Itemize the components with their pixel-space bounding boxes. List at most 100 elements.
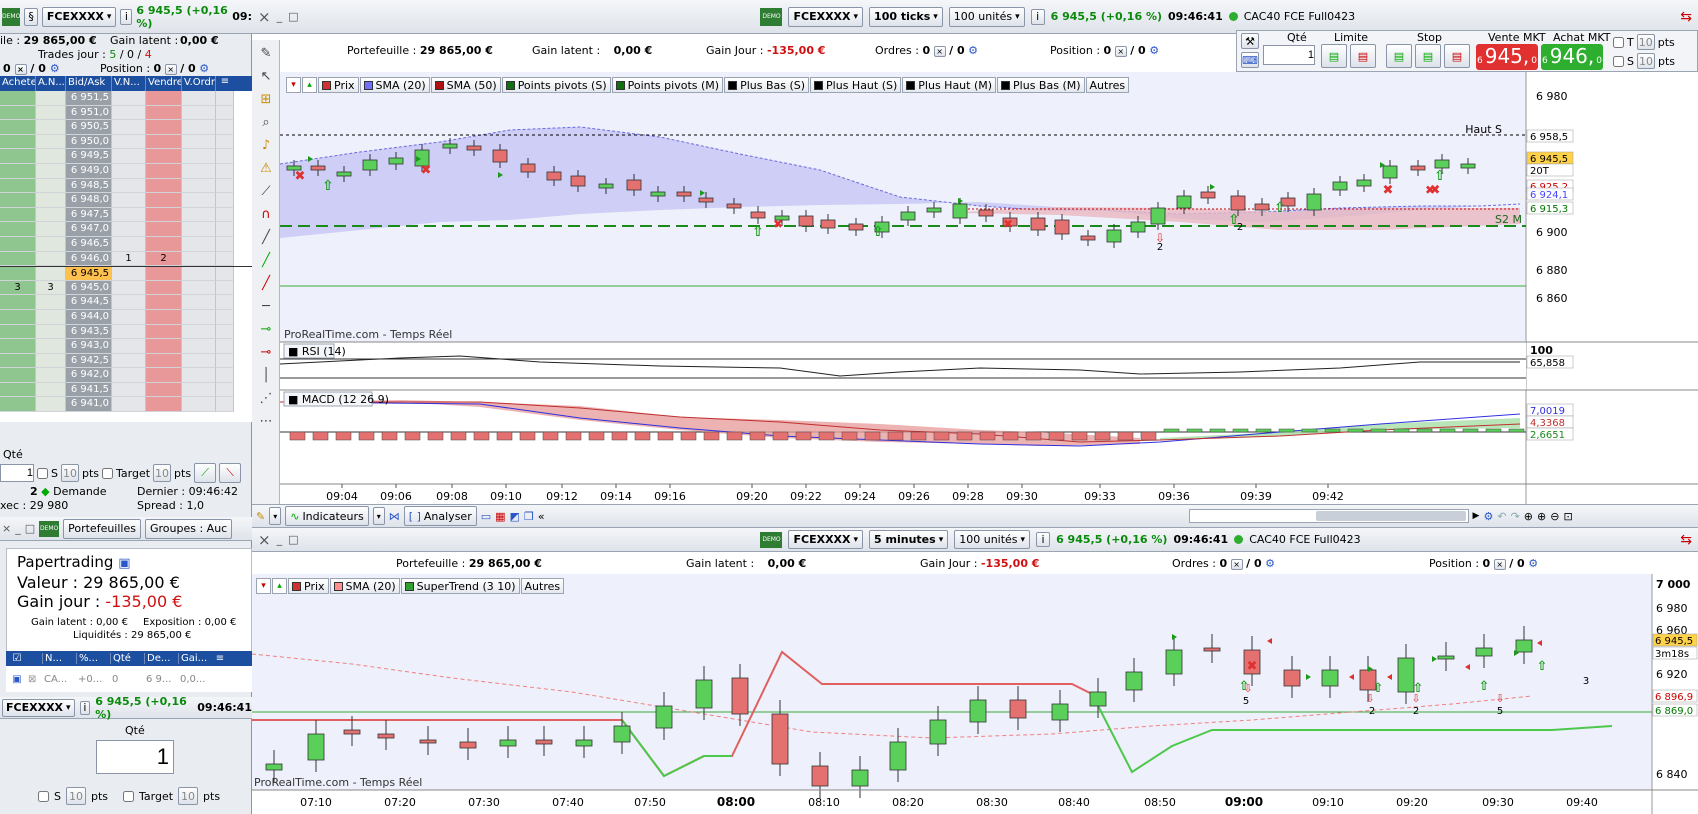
gear-icon[interactable]: ⚙ bbox=[968, 44, 978, 57]
keyboard-icon[interactable]: ⌨ bbox=[1241, 52, 1259, 68]
zoom-fit-icon[interactable]: ⊕ bbox=[1524, 510, 1533, 523]
position-cancel-icon[interactable]: × bbox=[1493, 559, 1506, 570]
ruler-icon[interactable]: ⟋ bbox=[261, 182, 270, 201]
legend-item[interactable]: Points pivots (M) bbox=[611, 77, 724, 93]
target-value[interactable]: 10 bbox=[178, 787, 199, 805]
chart1-scrollbar[interactable] bbox=[1188, 509, 1469, 523]
legend-item[interactable]: SMA (20) bbox=[329, 578, 400, 594]
quick-trade-qty-input[interactable] bbox=[96, 740, 174, 774]
chart2-units-select[interactable]: 100 unités bbox=[954, 530, 1031, 549]
legend-item[interactable]: SMA (50) bbox=[430, 77, 501, 93]
target-checkbox[interactable] bbox=[123, 790, 135, 802]
orderbook-row[interactable]: 6 944,5 bbox=[0, 295, 252, 310]
stop-limit-button[interactable]: ▤ bbox=[1415, 44, 1441, 68]
window-icon[interactable]: □ bbox=[288, 10, 298, 23]
orderbook-row[interactable]: 6 948,5 bbox=[0, 178, 252, 194]
orderbook-symbol-select[interactable]: FCEXXXX bbox=[41, 6, 117, 27]
legend-item[interactable]: Points pivots (S) bbox=[501, 77, 611, 93]
close-icon[interactable]: × bbox=[258, 531, 271, 549]
orderbook-row[interactable]: 6 944,0 bbox=[0, 309, 252, 325]
stop-value[interactable]: 10 bbox=[65, 787, 86, 805]
zoom-reset-icon[interactable]: ⊡ bbox=[1563, 510, 1572, 523]
chart1-canvas[interactable]: Haut SS2 M✖ ✖✖ ✖✖ ✖✖⇧⇧ ⇧⇧⇧⇧⇩22ProRealTime.co… bbox=[280, 72, 1698, 504]
orderbook-row[interactable]: 6 951,0 bbox=[0, 105, 252, 121]
stop-sell-button[interactable]: ▤ bbox=[1444, 44, 1470, 68]
chart1-symbol-select[interactable]: FCEXXXX bbox=[788, 6, 864, 27]
orderbook-row[interactable]: 6 950,0 bbox=[0, 134, 252, 150]
stop-value[interactable]: 10 bbox=[60, 464, 79, 482]
red-marker-icon[interactable]: ⊸ bbox=[261, 343, 272, 362]
tab-groupes[interactable]: Groupes : Auc bbox=[144, 518, 233, 539]
legend-item[interactable]: Plus Haut (S) bbox=[810, 77, 902, 93]
orderbook-row[interactable]: 6 949,5 bbox=[0, 149, 252, 164]
hide-indicators-icon[interactable]: ▾ bbox=[286, 77, 301, 93]
info-icon[interactable]: i bbox=[79, 700, 91, 715]
stop-checkbox[interactable] bbox=[38, 790, 49, 802]
minimize-icon[interactable]: _ bbox=[277, 533, 283, 546]
position-cancel-icon[interactable]: × bbox=[164, 64, 177, 75]
orderbook-row[interactable]: 6 946,0 1 2 bbox=[0, 251, 252, 267]
buy-mkt-button[interactable]: 6 946, 0 bbox=[1541, 44, 1603, 70]
orderbook-row[interactable]: 6 946,5 bbox=[0, 236, 252, 252]
close-icon[interactable]: × bbox=[2, 522, 11, 535]
dropdown-icon[interactable]: ▾ bbox=[372, 507, 385, 525]
cart-icon[interactable]: ⊞ bbox=[261, 90, 272, 109]
target-value[interactable]: 10 bbox=[1636, 34, 1655, 50]
gear-icon[interactable]: ⚙ bbox=[1528, 557, 1538, 570]
orderbook-row[interactable]: 336 945,0 bbox=[0, 280, 252, 296]
info-icon[interactable]: i bbox=[120, 8, 133, 25]
stop-value[interactable]: 10 bbox=[1636, 53, 1655, 69]
limit-buy-button[interactable]: ▤ bbox=[1321, 44, 1347, 68]
orderbook-row[interactable]: 6 942,5 bbox=[0, 353, 252, 369]
table-settings-icon[interactable]: ≡ bbox=[212, 653, 228, 664]
link-icon[interactable]: ⇆ bbox=[1680, 532, 1692, 548]
orderbook-row[interactable]: 6 941,0 bbox=[0, 397, 252, 413]
table-settings-icon[interactable]: ≡ bbox=[216, 76, 234, 91]
bell-icon[interactable]: ♪ bbox=[262, 136, 270, 155]
redo-icon[interactable]: ↷ bbox=[1511, 510, 1520, 523]
chart2-period-select[interactable]: 5 minutes bbox=[869, 530, 949, 549]
orderbook-row[interactable]: 6 950,5 bbox=[0, 120, 252, 135]
orderbook-row[interactable]: 6 947,0 bbox=[0, 222, 252, 237]
orderbook-row[interactable]: 6 947,5 bbox=[0, 207, 252, 223]
line-icon[interactable]: ╱ bbox=[262, 228, 270, 247]
red-line-icon[interactable]: ╱ bbox=[262, 274, 270, 293]
legend-item[interactable]: Plus Haut (M) bbox=[902, 77, 997, 93]
dropdown-icon[interactable]: ▾ bbox=[269, 507, 282, 525]
legend-item[interactable]: Autres bbox=[520, 578, 565, 594]
share-icon[interactable]: ⋈ bbox=[389, 510, 400, 523]
orderbook-row[interactable]: 6 943,5 bbox=[0, 324, 252, 340]
settings-icon[interactable]: ⚙ bbox=[1483, 510, 1493, 523]
orderbook-row[interactable]: 6 948,0 bbox=[0, 193, 252, 208]
green-marker-icon[interactable]: ⊸ bbox=[261, 320, 272, 339]
gear-icon[interactable]: ⚙ bbox=[199, 62, 209, 75]
chart2-canvas[interactable]: ✖⇧ ⇧ ⇧ ⇧⇧⇩⇩ ⇩ ⇩52 2 53ProRealTime.com - Temps R… bbox=[252, 574, 1698, 814]
link-icon[interactable]: § bbox=[24, 7, 38, 26]
orders-cancel-icon[interactable]: × bbox=[1230, 559, 1243, 570]
trade-qty-input[interactable] bbox=[1263, 45, 1315, 65]
pencil-color-icon[interactable]: ✎ bbox=[256, 510, 265, 523]
table-icon[interactable]: ▦ bbox=[495, 510, 505, 523]
gear-icon[interactable]: ⚙ bbox=[1149, 44, 1159, 57]
info-icon[interactable]: i bbox=[1030, 8, 1045, 25]
settings-icon[interactable]: ⚒ bbox=[1241, 33, 1259, 49]
hide-indicators-icon[interactable]: ▾ bbox=[256, 578, 271, 594]
chart-sell-icon[interactable]: ⟍ bbox=[219, 463, 242, 483]
undo-icon[interactable]: ↶ bbox=[1497, 510, 1506, 523]
positions-row[interactable]: ▣ ⊠ CA... +0... 0 6 9... 0,0... bbox=[6, 666, 252, 692]
vline-icon[interactable]: │ bbox=[262, 366, 270, 385]
orderbook-row[interactable]: 6 951,5 bbox=[0, 91, 252, 106]
target-value[interactable]: 10 bbox=[153, 464, 172, 482]
collapse-icon[interactable]: « bbox=[538, 510, 545, 523]
sell-mkt-button[interactable]: 6 945, 0 bbox=[1476, 44, 1538, 70]
limit-sell-button[interactable]: ▤ bbox=[1350, 44, 1376, 68]
target-checkbox[interactable] bbox=[1613, 36, 1624, 48]
info-icon[interactable]: i bbox=[1036, 532, 1051, 547]
legend-item[interactable]: Autres bbox=[1085, 77, 1130, 93]
legend-item[interactable]: SMA (20) bbox=[359, 77, 430, 93]
chart1-units-select[interactable]: 100 unités bbox=[948, 6, 1025, 27]
orderbook-row[interactable]: 6 949,0 bbox=[0, 163, 252, 179]
orderbook-row[interactable]: 6 942,0 bbox=[0, 368, 252, 383]
cursor-icon[interactable]: ↖ bbox=[261, 67, 272, 86]
link-icon[interactable]: ⇆ bbox=[1680, 9, 1692, 25]
